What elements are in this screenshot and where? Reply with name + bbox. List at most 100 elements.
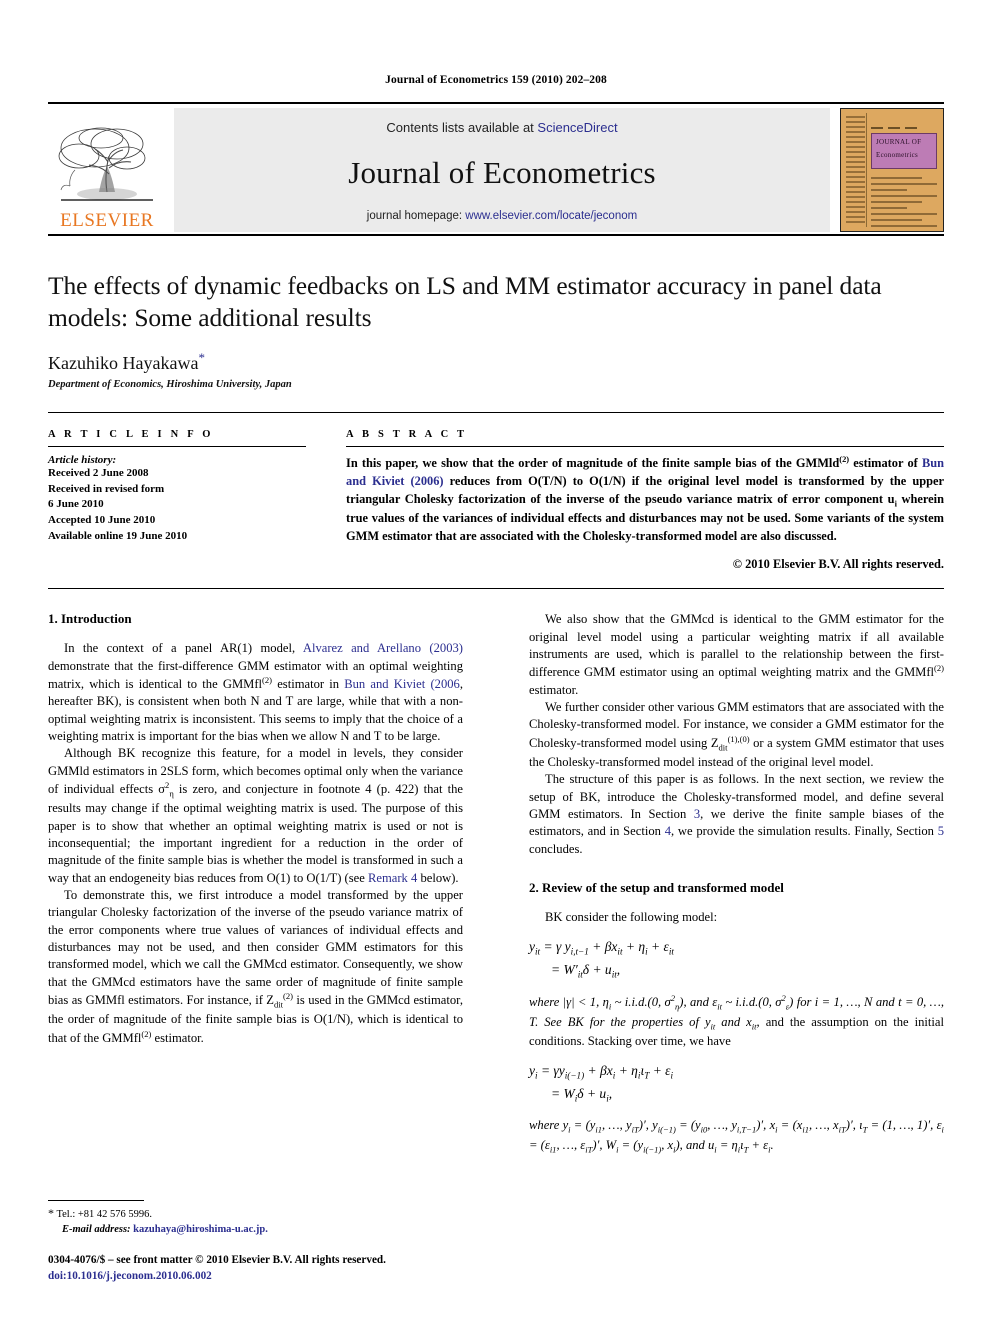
- citation-alvarez-arellano[interactable]: Alvarez and Arellano (2003): [303, 641, 463, 655]
- abstract-column: A B S T R A C T In this paper, we show t…: [346, 429, 944, 572]
- article-info-column: A R T I C L E I N F O Article history: R…: [48, 429, 306, 572]
- elsevier-tree-icon: [58, 127, 153, 201]
- p1-sup: (2): [262, 674, 273, 685]
- info-abstract-row: A R T I C L E I N F O Article history: R…: [48, 429, 944, 572]
- p2-text-b: is zero, and conjecture in footnote 4 (p…: [48, 782, 464, 885]
- cover-left-column: [845, 113, 867, 227]
- author-affiliation: Department of Economics, Hiroshima Unive…: [48, 379, 292, 391]
- history-item: 6 June 2010: [48, 498, 104, 511]
- rp2-z-sup: (1),(0): [727, 733, 750, 744]
- p1-text-a: In the context of a panel AR(1) model,: [64, 641, 303, 656]
- remark-4-link[interactable]: Remark 4: [368, 871, 417, 885]
- right-paragraph-1: We also show that the GMMcd is identical…: [529, 611, 944, 699]
- p3-text-c: estimator.: [151, 1030, 204, 1045]
- masthead-top-rule: [48, 102, 944, 104]
- history-item: Received 2 June 2008: [48, 467, 149, 480]
- right-paragraph-2: We further consider other various GMM es…: [529, 699, 944, 771]
- abstract-rule: [346, 446, 944, 448]
- rp3-text-d: concludes.: [529, 841, 583, 856]
- email-address-link[interactable]: kazuhaya@hiroshima-u.ac.jp.: [133, 1224, 268, 1235]
- eq1-line-2: = W′itδ + uit,: [551, 961, 621, 980]
- journal-title: Journal of Econometrics: [348, 154, 656, 190]
- cover-title-line2: Econometrics: [876, 150, 919, 159]
- journal-cover-thumbnail[interactable]: JOURNAL OF Econometrics: [840, 108, 944, 232]
- eq1-line-1: yit = γ yi,t−1 + βxit + ηi + εit: [529, 939, 674, 957]
- info-section-bottom-rule: [48, 588, 944, 590]
- homepage-prefix-text: journal homepage:: [366, 210, 466, 222]
- sciencedirect-link[interactable]: ScienceDirect: [537, 120, 617, 135]
- info-section-top-rule: [48, 412, 944, 414]
- abstract-sup-1: (2): [839, 454, 850, 465]
- p3-sup: (2): [141, 1028, 152, 1039]
- body-columns: 1. Introduction In the context of a pane…: [48, 611, 944, 1171]
- abstract-heading: A B S T R A C T: [346, 429, 468, 441]
- p2-text-c: below).: [417, 870, 459, 885]
- eq2-line-1: yi = γyi(−1) + βxi + ηiιT + εi: [529, 1063, 674, 1081]
- history-item: Accepted 10 June 2010: [48, 514, 156, 527]
- p3-z-sub: dit: [274, 999, 284, 1010]
- intro-paragraph-2: Although BK recognize this feature, for …: [48, 745, 463, 887]
- section-5-link[interactable]: 5: [938, 824, 944, 838]
- footnote-email: E-mail address: kazuhaya@hiroshima-u.ac.…: [48, 1222, 463, 1237]
- title-block: The effects of dynamic feedbacks on LS a…: [48, 270, 944, 390]
- eq2-line-2: = Wiδ + ui,: [551, 1085, 613, 1104]
- paper-page: Journal of Econometrics 159 (2010) 202–2…: [0, 0, 992, 1323]
- journal-homepage-line: journal homepage: www.elsevier.com/locat…: [367, 210, 637, 222]
- section-heading-introduction: 1. Introduction: [48, 611, 132, 627]
- eq2-where-text: where yi = (yi1, …, yiT)′, yi(−1) = (yi0…: [529, 1118, 944, 1155]
- abstract-text: In this paper, we show that the order of…: [346, 454, 944, 545]
- right-paragraph-3: The structure of this paper is as follow…: [529, 771, 944, 858]
- p3-text-a: To demonstrate this, we first introduce …: [48, 887, 463, 1008]
- cover-text-lines: [871, 177, 937, 227]
- contents-available-line: Contents lists available at ScienceDirec…: [386, 120, 617, 135]
- cover-title-line1: JOURNAL OF: [876, 138, 922, 146]
- abstract-part-2: estimator of: [849, 456, 922, 471]
- section-heading-review: 2. Review of the setup and transformed m…: [529, 879, 784, 895]
- rp1-text-b: estimator.: [529, 682, 579, 697]
- email-address-label: E-mail address:: [62, 1223, 131, 1235]
- cover-top-dashes: [871, 116, 938, 147]
- sec2-lead-paragraph: BK consider the following model:: [545, 909, 718, 924]
- history-item: Received in revised form: [48, 482, 165, 495]
- author-name: Kazuhiko Hayakawa: [48, 353, 199, 374]
- left-column: 1. Introduction In the context of a pane…: [48, 611, 463, 1171]
- author-footnote-marker[interactable]: *: [198, 350, 205, 365]
- equation-2: yi = γyi(−1) + βxi + ηiιT + εi = Wiδ + u…: [529, 1061, 944, 1106]
- eq1-where-paragraph: where |γ| < 1, ηi ~ i.i.d.(0, σ2η), and …: [529, 993, 944, 1050]
- eq2-where-paragraph: where yi = (yi1, …, yiT)′, yi(−1) = (yi0…: [529, 1117, 944, 1156]
- doi-link[interactable]: doi:10.1016/j.jeconom.2010.06.002: [48, 1269, 463, 1285]
- intro-paragraph-3: To demonstrate this, we first introduce …: [48, 887, 463, 1047]
- journal-masthead: ELSEVIER Contents lists available at Sci…: [48, 108, 944, 232]
- abstract-copyright: © 2010 Elsevier B.V. All rights reserved…: [732, 557, 944, 572]
- elsevier-wordmark: ELSEVIER: [60, 210, 154, 231]
- right-column: We also show that the GMMcd is identical…: [529, 611, 944, 1171]
- running-head: Journal of Econometrics 159 (2010) 202–2…: [385, 74, 607, 86]
- page-title: The effects of dynamic feedbacks on LS a…: [48, 271, 882, 333]
- article-info-rule: [48, 446, 306, 448]
- footnote-tel: * Tel.: +81 42 576 5996.: [48, 1205, 463, 1222]
- footnote-rule: [48, 1199, 144, 1201]
- cover-title-box: JOURNAL OF Econometrics: [871, 133, 937, 169]
- p1-text-c: estimator in: [272, 677, 345, 692]
- footnote-zone: * Tel.: +81 42 576 5996. E-mail address:…: [48, 1199, 463, 1285]
- footer-issn-block: 0304-4076/$ – see front matter © 2010 El…: [48, 1253, 463, 1285]
- masthead-bottom-rule: [48, 234, 944, 236]
- author-list: Kazuhiko Hayakawa*: [48, 350, 944, 374]
- contents-prefix-text: Contents lists available at: [386, 120, 538, 135]
- abstract-part-1: In this paper, we show that the order of…: [346, 456, 840, 471]
- masthead-center-panel: Contents lists available at ScienceDirec…: [174, 108, 830, 232]
- citation-bun-kiviet[interactable]: Bun and Kiviet (2006: [344, 677, 460, 691]
- rp1-sup: (2): [934, 663, 944, 674]
- intro-paragraph-1: In the context of a panel AR(1) model, A…: [48, 640, 463, 745]
- rp3-text-c: , we provide the simulation results. Fin…: [670, 824, 938, 839]
- rp1-text-a: We also show that the GMMcd is identical…: [529, 612, 944, 680]
- elsevier-logo[interactable]: ELSEVIER: [48, 108, 166, 232]
- article-info-heading: A R T I C L E I N F O: [48, 429, 214, 441]
- journal-homepage-link[interactable]: www.elsevier.com/locate/jeconom: [465, 210, 637, 222]
- equation-1: yit = γ yi,t−1 + βxit + ηi + εit = W′itδ…: [529, 937, 944, 982]
- article-history-label: Article history:: [48, 454, 117, 467]
- footnote-star-marker: *: [48, 1205, 54, 1220]
- rp2-z-sub: dit: [718, 742, 728, 753]
- footnote-tel-text: Tel.: +81 42 576 5996.: [56, 1208, 153, 1220]
- p3-z-sup: (2): [283, 990, 293, 1001]
